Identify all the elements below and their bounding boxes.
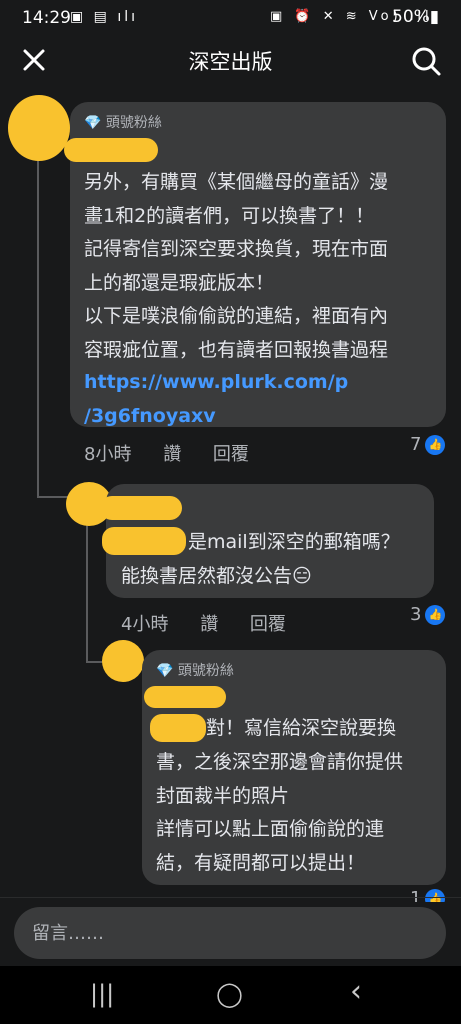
comment-text: 另外，有購買《某個繼母的童話》漫 畫1和2的讀者們，可以換書了！！ 記得寄信到深… [84, 171, 389, 361]
comment-text: 是mail到深空的郵箱嗎？ 能換書居然都沒公告😑 [121, 531, 400, 587]
comment-link[interactable]: https://www.plurk.com/p /3g6fnoyaxv [84, 366, 439, 433]
reaction-count[interactable]: 3 👍 [410, 604, 446, 625]
page-title: 深空出版 [188, 50, 273, 74]
thread-line [86, 520, 88, 662]
reply-button[interactable]: 回覆 [213, 444, 249, 465]
home-button[interactable]: ◯ [216, 980, 243, 1008]
back-button[interactable]: ‹ [350, 974, 362, 1009]
thumbs-up-icon: 👍 [425, 889, 446, 902]
avatar[interactable] [8, 95, 70, 161]
reply-button[interactable]: 回覆 [250, 614, 286, 635]
recent-apps-button[interactable]: ||| [90, 980, 114, 1008]
notification-icons: ▣ ▤ ılı [70, 9, 139, 25]
status-bar: 14:29 ▣ ▤ ılı ▣ ⏰ ✕ ≋ Vo) ıll 50%▮ [0, 0, 461, 36]
composer-divider [0, 897, 461, 898]
badge-label: 頭號粉絲 [105, 115, 162, 131]
redacted-username[interactable] [144, 686, 226, 708]
thumbs-up-icon: 👍 [425, 435, 446, 455]
comment-text: 書，之後深空那邊會請你提供 封面裁半的照片 詳情可以點上面偷偷說的連 結，有疑問… [156, 751, 404, 874]
redacted-username[interactable] [100, 496, 182, 520]
reaction-count[interactable]: 1 👍 [410, 888, 446, 902]
comment-time: 8小時 [84, 444, 132, 465]
comment-meta: 4小時 讚 回覆 [121, 610, 312, 636]
comment-text-first-line: 對！寫信給深空說要換 [206, 717, 397, 739]
top-fan-badge: 💎 頭號粉絲 [156, 660, 234, 680]
thread-line [37, 160, 39, 498]
redacted-mention[interactable] [150, 714, 206, 742]
like-count: 3 [410, 604, 422, 625]
comment-meta: 8小時 讚 回覆 [84, 440, 275, 466]
thumbs-up-icon: 👍 [425, 605, 446, 625]
status-time: 14:29 [22, 8, 71, 28]
battery-indicator: 50%▮ [392, 7, 440, 27]
like-count: 7 [410, 434, 422, 455]
like-button[interactable]: 讚 [200, 614, 218, 635]
like-button[interactable]: 讚 [163, 444, 181, 465]
avatar[interactable] [102, 640, 144, 682]
system-nav-bar: ||| ◯ ‹ [0, 966, 461, 1024]
redacted-username[interactable] [64, 138, 158, 162]
badge-label: 頭號粉絲 [177, 663, 234, 679]
comment-input[interactable] [14, 907, 446, 959]
top-fan-badge: 💎 頭號粉絲 [84, 112, 162, 132]
like-count: 1 [410, 888, 422, 902]
comment-time: 4小時 [121, 614, 169, 635]
reaction-count[interactable]: 7 👍 [410, 434, 446, 455]
diamond-icon: 💎 [156, 663, 174, 679]
search-icon[interactable] [409, 44, 443, 78]
diamond-icon: 💎 [84, 115, 102, 131]
